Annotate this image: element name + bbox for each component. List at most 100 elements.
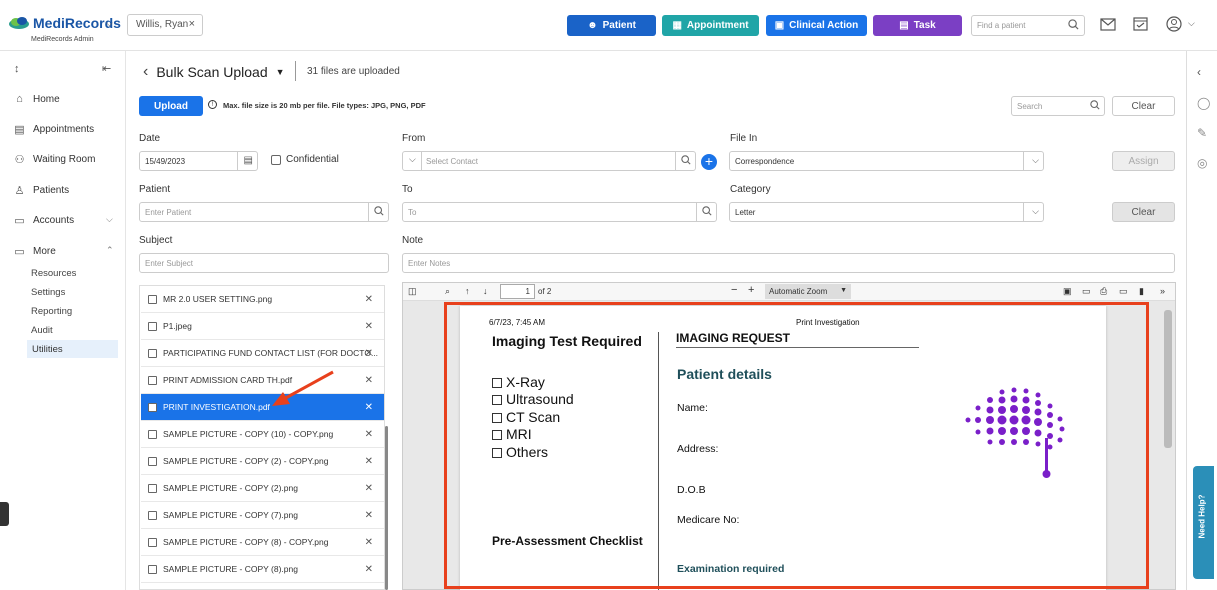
sidebar-subitem-reporting[interactable]: Reporting: [31, 306, 72, 317]
zoom-in-icon[interactable]: +: [748, 284, 754, 296]
file-checkbox[interactable]: [148, 537, 157, 547]
clear-button[interactable]: Clear: [1112, 202, 1175, 222]
list-item[interactable]: SAMPLE PICTURE - COPY (2) - COPY.png ✕: [141, 448, 384, 475]
chevron-up-icon[interactable]: ⌃: [106, 245, 114, 256]
sidebar-item-appointments[interactable]: ▤ Appointments: [14, 123, 94, 136]
assign-button[interactable]: Assign: [1112, 151, 1175, 171]
search-icon[interactable]: [1090, 100, 1100, 110]
need-help-tab[interactable]: Need Help?: [1193, 466, 1214, 579]
list-item[interactable]: SAMPLE PICTURE - COPY (8) - COPY.png ✕: [141, 529, 384, 556]
logo[interactable]: MediRecords: [8, 15, 121, 31]
file-checkbox[interactable]: [148, 429, 157, 439]
arrow-up-icon[interactable]: ↑: [465, 286, 470, 296]
date-input[interactable]: 15/49/2023 ▤: [139, 151, 258, 171]
upload-button[interactable]: Upload: [139, 96, 203, 116]
chevron-down-icon[interactable]: ⌵: [1032, 155, 1039, 166]
presentation-icon[interactable]: ▣: [1063, 286, 1072, 297]
chevron-down-icon[interactable]: ▼: [276, 67, 285, 77]
close-icon[interactable]: ✕: [365, 456, 373, 467]
download-icon[interactable]: ▭: [1119, 286, 1128, 297]
list-item[interactable]: PRINT ADMISSION CARD TH.pdf ✕: [141, 367, 384, 394]
search-icon[interactable]: [702, 206, 712, 216]
close-icon[interactable]: ✕: [365, 348, 373, 359]
list-item[interactable]: SAMPLE PICTURE - COPY (10) - COPY.png ✕: [141, 421, 384, 448]
sidebar-subitem-settings[interactable]: Settings: [31, 287, 65, 298]
close-icon[interactable]: ✕: [365, 537, 373, 548]
list-item[interactable]: MR 2.0 USER SETTING.png ✕: [141, 286, 384, 313]
open-file-icon[interactable]: ▭: [1082, 286, 1091, 297]
search-icon[interactable]: [681, 155, 691, 165]
find-patient-input[interactable]: Find a patient: [971, 15, 1085, 36]
sidebar-item-waiting-room[interactable]: ⚇ Waiting Room: [14, 153, 96, 166]
close-icon[interactable]: ✕: [365, 510, 373, 521]
patient-chip[interactable]: Willis, Ryan ×: [127, 14, 203, 36]
search-input[interactable]: Search: [1011, 96, 1105, 116]
settings-icon[interactable]: ◎: [1197, 156, 1207, 170]
viewer-scrollbar[interactable]: [1164, 310, 1172, 448]
list-item[interactable]: SAMPLE PICTURE - COPY (2).png ✕: [141, 475, 384, 502]
confidential-checkbox[interactable]: [271, 155, 281, 165]
expand-vertical-icon[interactable]: ↕: [14, 63, 20, 75]
list-item[interactable]: P1.jpeg ✕: [141, 313, 384, 340]
mail-icon[interactable]: [1100, 18, 1116, 31]
user-avatar-icon[interactable]: [1166, 16, 1182, 32]
page-number-input[interactable]: 1: [500, 284, 535, 299]
sidebar-subitem-resources[interactable]: Resources: [31, 268, 76, 279]
close-icon[interactable]: ×: [189, 18, 195, 30]
pin-icon[interactable]: ✎: [1197, 126, 1207, 140]
search-icon[interactable]: ⌕: [445, 286, 450, 297]
more-tools-icon[interactable]: »: [1160, 286, 1165, 296]
search-icon[interactable]: [374, 206, 384, 216]
arrow-down-icon[interactable]: ↓: [483, 286, 488, 296]
file-in-select[interactable]: Correspondence ⌵: [729, 151, 1044, 171]
to-input[interactable]: To: [402, 202, 717, 222]
chevron-down-icon[interactable]: ⌵: [106, 214, 113, 225]
zoom-out-icon[interactable]: −: [731, 284, 737, 296]
list-item[interactable]: PARTICIPATING FUND CONTACT LIST (FOR DOC…: [141, 340, 384, 367]
sidebar-item-patients[interactable]: ♙ Patients: [14, 184, 70, 197]
list-item[interactable]: SAMPLE PICTURE - COPY (8).png ✕: [141, 556, 384, 583]
sidebar-item-more[interactable]: ▭ More: [14, 245, 56, 258]
file-checkbox[interactable]: [148, 456, 157, 466]
subject-input[interactable]: Enter Subject: [139, 253, 389, 273]
appointment-button[interactable]: ▦ Appointment: [662, 15, 759, 36]
chevron-down-icon[interactable]: ⌵: [106, 18, 113, 29]
back-chevron-icon[interactable]: ‹: [143, 63, 148, 81]
file-checkbox[interactable]: [148, 402, 157, 412]
chevron-down-icon[interactable]: ⌵: [409, 154, 416, 165]
file-checkbox[interactable]: [148, 510, 157, 520]
calendar-icon[interactable]: ▤: [244, 155, 253, 166]
chevron-down-icon[interactable]: ⌵: [1032, 206, 1039, 217]
note-input[interactable]: Enter Notes: [402, 253, 1175, 273]
side-drawer-tab[interactable]: [0, 502, 9, 526]
file-checkbox[interactable]: [148, 321, 157, 331]
patient-input[interactable]: Enter Patient: [139, 202, 389, 222]
file-checkbox[interactable]: [148, 375, 157, 385]
bookmark-icon[interactable]: ▮: [1139, 286, 1144, 297]
clinical-action-button[interactable]: ▣ Clinical Action: [766, 15, 867, 36]
file-list-scrollbar[interactable]: [385, 426, 388, 590]
close-icon[interactable]: ✕: [365, 402, 373, 413]
close-icon[interactable]: ✕: [365, 483, 373, 494]
collapse-menu-icon[interactable]: ⇤: [102, 62, 111, 75]
list-item[interactable]: SAMPLE PICTURE - COPY (7).png ✕: [141, 502, 384, 529]
close-icon[interactable]: ✕: [365, 564, 373, 575]
add-contact-icon[interactable]: +: [701, 154, 717, 170]
patient-button[interactable]: ☻ Patient: [567, 15, 656, 36]
chevron-down-icon[interactable]: ⌵: [1188, 18, 1195, 29]
category-select[interactable]: Letter ⌵: [729, 202, 1044, 222]
chat-icon[interactable]: ◯: [1197, 96, 1210, 110]
file-checkbox[interactable]: [148, 348, 157, 358]
file-checkbox[interactable]: [148, 483, 157, 493]
search-icon[interactable]: [1068, 19, 1079, 30]
sidebar-item-accounts[interactable]: ▭ Accounts: [14, 214, 74, 227]
chevron-left-icon[interactable]: ‹: [1197, 65, 1201, 79]
task-button[interactable]: ▤ Task: [873, 15, 962, 36]
file-checkbox[interactable]: [148, 294, 157, 304]
close-icon[interactable]: ✕: [365, 429, 373, 440]
zoom-select[interactable]: Automatic Zoom ▼: [765, 284, 851, 299]
sidebar-toggle-icon[interactable]: ◫: [408, 286, 417, 297]
list-item-selected[interactable]: PRINT INVESTIGATION.pdf ✕: [141, 394, 384, 421]
close-icon[interactable]: ✕: [365, 321, 373, 332]
sidebar-item-home[interactable]: ⌂ Home: [14, 93, 60, 105]
